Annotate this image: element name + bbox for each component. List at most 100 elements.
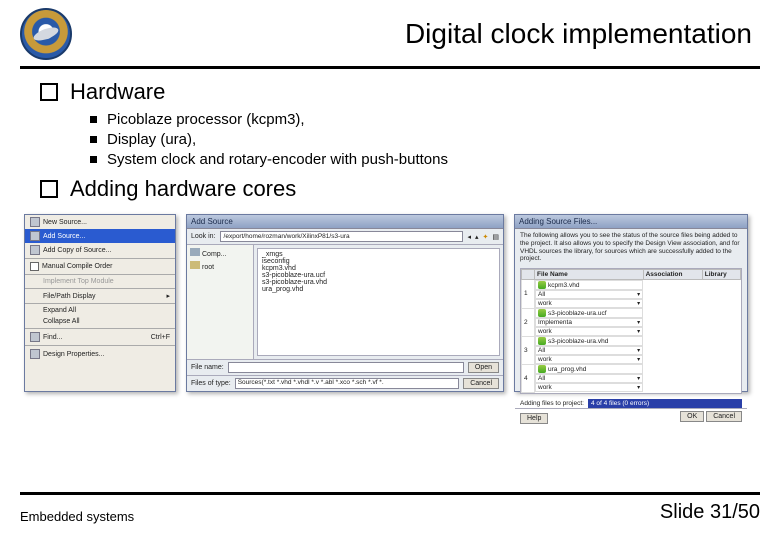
- footer-left: Embedded systems: [20, 509, 134, 524]
- file-item[interactable]: ura_prog.vhd: [262, 286, 495, 293]
- open-button[interactable]: Open: [468, 362, 499, 373]
- lib-select[interactable]: work: [535, 299, 643, 308]
- menu-item-manual-compile[interactable]: Manual Compile Order: [25, 260, 175, 273]
- filetype-select[interactable]: Sources(*.txt *.vhd *.vhdl *.v *.abl *.x…: [235, 378, 460, 389]
- assoc-select[interactable]: Implementa: [535, 318, 643, 327]
- folder-icon: [190, 261, 200, 269]
- screenshot-add-source-dialog: Add Source Look in: /export/home/rozman/…: [186, 214, 504, 392]
- table-row: 1kcpm3.vhdAllwork: [522, 280, 741, 309]
- bullet-hardware: Hardware: [40, 79, 750, 105]
- file-list[interactable]: _xmgs iseconfig kcpm3.vhd s3-picoblaze-u…: [257, 248, 500, 356]
- file-item[interactable]: kcpm3.vhd: [262, 265, 495, 272]
- places-sidebar: Comp... root: [187, 245, 254, 359]
- lib-select[interactable]: work: [535, 383, 643, 392]
- menu-item-add-copy[interactable]: Add Copy of Source...: [25, 243, 175, 257]
- window-title: Adding Source Files...: [519, 217, 597, 226]
- cancel-button[interactable]: Cancel: [706, 411, 742, 422]
- sub-marker-icon: [90, 156, 97, 163]
- ok-icon: [538, 309, 546, 317]
- sub-bullet: Display (ura),: [90, 131, 750, 148]
- table-row: 3s3-picoblaze-ura.vhdAllwork: [522, 336, 741, 364]
- titlebar: Add Source: [187, 215, 503, 229]
- sub-text: Display (ura),: [107, 131, 196, 148]
- cancel-button[interactable]: Cancel: [463, 378, 499, 389]
- assoc-select[interactable]: All: [535, 346, 643, 355]
- nav-back-icon[interactable]: ◂: [467, 233, 471, 241]
- col-filename: File Name: [535, 270, 644, 280]
- bullet-text: Hardware: [70, 79, 165, 105]
- menu-label: Find...: [43, 334, 62, 341]
- view-icon[interactable]: ▤: [492, 233, 499, 241]
- window-title: Add Source: [191, 217, 233, 226]
- bullet-adding-cores: Adding hardware cores: [40, 176, 750, 202]
- new-icon: [30, 217, 40, 227]
- status-label: Adding files to project:: [520, 400, 584, 407]
- menu-label: Implement Top Module: [43, 278, 114, 285]
- file-item[interactable]: s3-picoblaze-ura.vhd: [262, 279, 495, 286]
- new-folder-icon[interactable]: ✦: [483, 233, 489, 241]
- menu-label: Collapse All: [43, 318, 80, 325]
- table-row: 2s3-picoblaze-ura.ucfImplementawork: [522, 308, 741, 336]
- nav-up-icon[interactable]: ▴: [475, 233, 479, 241]
- bullet-text: Adding hardware cores: [70, 176, 296, 202]
- bullet-marker-icon: [40, 83, 58, 101]
- menu-item-expand-all[interactable]: Expand All: [25, 305, 175, 316]
- footer-right: Slide 31/50: [660, 501, 760, 524]
- place-root[interactable]: root: [190, 261, 250, 271]
- checkbox-icon: [30, 262, 39, 271]
- menu-item-find[interactable]: Find...Ctrl+F: [25, 330, 175, 344]
- place-computer[interactable]: Comp...: [190, 248, 250, 258]
- assoc-select[interactable]: All: [535, 374, 643, 383]
- lib-select[interactable]: work: [535, 355, 643, 364]
- sub-marker-icon: [90, 136, 97, 143]
- find-icon: [30, 332, 40, 342]
- menu-label: Add Source...: [43, 233, 85, 240]
- copy-icon: [30, 245, 40, 255]
- col-library: Library: [702, 270, 740, 280]
- ok-button[interactable]: OK: [680, 411, 704, 422]
- menu-item-add-source[interactable]: Add Source...: [25, 229, 175, 243]
- sub-text: System clock and rotary-encoder with pus…: [107, 151, 448, 168]
- menu-label: Design Properties...: [43, 351, 104, 358]
- file-item[interactable]: s3-picoblaze-ura.ucf: [262, 272, 495, 279]
- screenshot-context-menu: New Source... Add Source... Add Copy of …: [24, 214, 176, 392]
- menu-item-file-path[interactable]: File/Path Display▸: [25, 290, 175, 302]
- status-bar: 4 of 4 files (0 errors): [588, 399, 742, 408]
- dialog-description: The following allows you to see the stat…: [515, 229, 747, 266]
- menu-label: New Source...: [43, 219, 87, 226]
- sub-bullet: System clock and rotary-encoder with pus…: [90, 151, 750, 168]
- filetype-label: Files of type:: [191, 380, 231, 387]
- footer-rule: [20, 492, 760, 495]
- files-table: File Name Association Library 1kcpm3.vhd…: [520, 268, 742, 394]
- menu-item-impl-top: Implement Top Module: [25, 276, 175, 287]
- sub-text: Picoblaze processor (kcpm3),: [107, 111, 305, 128]
- sub-marker-icon: [90, 116, 97, 123]
- screenshot-adding-files-dialog: Adding Source Files... The following all…: [514, 214, 748, 392]
- table-row: 4ura_prog.vhdAllwork: [522, 364, 741, 392]
- slide-logo: [20, 8, 72, 60]
- titlebar: Adding Source Files...: [515, 215, 747, 229]
- lookin-label: Look in:: [191, 233, 216, 240]
- menu-label: Add Copy of Source...: [43, 247, 111, 254]
- file-item[interactable]: iseconfig: [262, 258, 495, 265]
- ok-icon: [538, 337, 546, 345]
- menu-item-collapse-all[interactable]: Collapse All: [25, 316, 175, 327]
- sub-bullet: Picoblaze processor (kcpm3),: [90, 111, 750, 128]
- menu-label: Expand All: [43, 307, 76, 314]
- title-rule: [20, 66, 760, 69]
- path-field[interactable]: /export/home/rozman/work/XilinxP81/s3-ur…: [220, 231, 464, 242]
- props-icon: [30, 349, 40, 359]
- menu-item-design-props[interactable]: Design Properties...: [25, 347, 175, 361]
- assoc-select[interactable]: All: [535, 290, 643, 299]
- computer-icon: [190, 248, 200, 256]
- help-button[interactable]: Help: [520, 413, 548, 424]
- filename-label: File name:: [191, 364, 224, 371]
- menu-item-new-source[interactable]: New Source...: [25, 215, 175, 229]
- menu-label: Manual Compile Order: [42, 263, 112, 270]
- lib-select[interactable]: work: [535, 327, 643, 336]
- menu-label: File/Path Display: [43, 293, 96, 300]
- file-item[interactable]: _xmgs: [262, 251, 495, 258]
- filename-input[interactable]: [228, 362, 464, 373]
- add-icon: [30, 231, 40, 241]
- slide-title: Digital clock implementation: [72, 18, 760, 50]
